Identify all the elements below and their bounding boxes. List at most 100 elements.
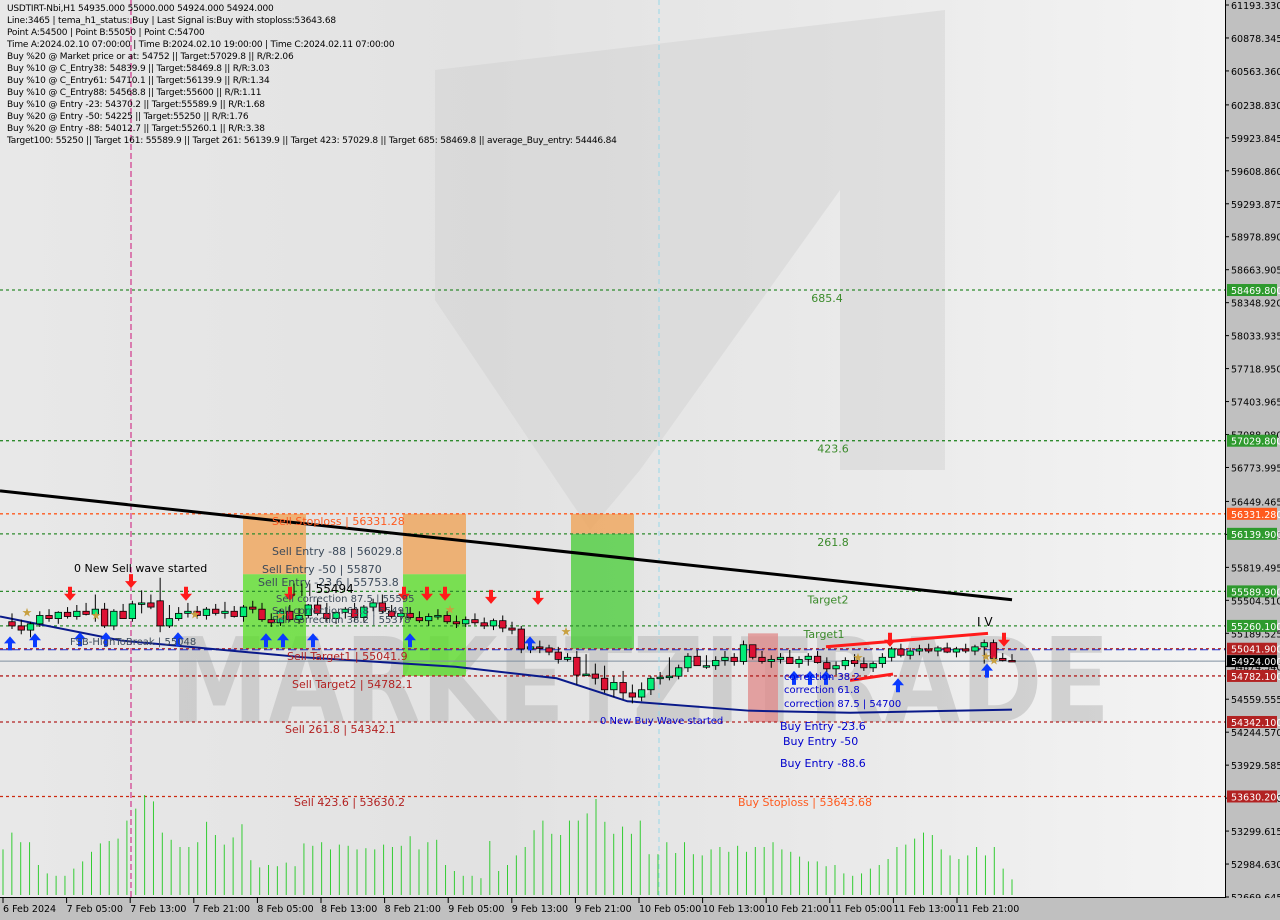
candle-body — [637, 689, 646, 698]
time-tick-label: 10 Feb 21:00 — [766, 904, 828, 915]
candle-body — [434, 615, 442, 618]
price-tick-label: 58033.935 — [1231, 332, 1280, 343]
chart-annotation: correction 61.8 — [784, 685, 860, 696]
time-tick-label: 8 Feb 21:00 — [385, 904, 441, 915]
candle-body — [82, 610, 90, 615]
info-line: Point A:54500 | Point B:55050 | Point C:… — [7, 28, 205, 38]
candle-body — [915, 648, 924, 652]
candle-body — [971, 646, 979, 652]
candle-body — [36, 615, 44, 625]
price-tick-label: 58348.920 — [1231, 299, 1280, 310]
price-tag — [1227, 527, 1277, 540]
candle-body — [786, 656, 794, 664]
candle-body — [249, 606, 257, 610]
time-tick-label: 6 Feb 2024 — [3, 904, 56, 915]
candle-body — [221, 610, 229, 614]
candle-body — [582, 673, 590, 676]
info-line: Target100: 55250 || Target 161: 55589.9 … — [7, 136, 617, 146]
price-tick-label: 52669.645 — [1231, 893, 1280, 904]
info-line: Time A:2024.02.10 07:00:00 | Time B:2024… — [7, 40, 395, 50]
candle-body — [721, 656, 729, 661]
candle-body — [17, 625, 25, 631]
price-tick-label: 60238.830 — [1231, 101, 1280, 112]
level-label: Target1 — [802, 628, 844, 641]
price-tag-label: 57029.800 — [1231, 437, 1280, 448]
candle-body — [693, 655, 701, 667]
price-tick-label: 54244.570 — [1231, 728, 1280, 739]
star-icon: ★ — [22, 606, 33, 620]
price-tick-label: 60878.345 — [1231, 34, 1280, 45]
time-tick-label: 11 Feb 13:00 — [893, 904, 955, 915]
candle-body — [100, 608, 109, 627]
chart-annotation: Sell Stoploss | 56331.28 — [272, 515, 405, 528]
signal-zone — [403, 513, 466, 575]
info-line: Buy %10 @ C_Entry61: 54710.1 || Target:5… — [7, 76, 270, 86]
candle-body — [869, 663, 877, 669]
plot-area[interactable]: MARKETZITRADE 685.4 423.6 261.8 Target2 Targe… — [0, 0, 1226, 898]
info-line: Buy %10 @ C_Entry88: 54568.8 || Target:5… — [7, 88, 262, 98]
candle-body — [73, 610, 81, 617]
price-tag — [1227, 284, 1277, 297]
price-tag-label: 58469.800 — [1231, 286, 1280, 297]
price-tag — [1227, 507, 1277, 520]
time-tick-label: 7 Feb 21:00 — [194, 904, 250, 915]
price-tag — [1227, 790, 1277, 803]
time-tick-label: 7 Feb 05:00 — [67, 904, 123, 915]
candle-body — [999, 657, 1007, 661]
candle-body — [425, 616, 433, 622]
price-tag-label: 55589.900 — [1231, 587, 1280, 598]
candle-body — [813, 655, 822, 663]
candle-body — [563, 656, 572, 660]
price-tag-label: 56331.280 — [1231, 510, 1280, 521]
price-tick-label: 61193.330 — [1231, 1, 1280, 12]
candle-body — [508, 627, 516, 631]
time-tick-label: 9 Feb 13:00 — [512, 904, 568, 915]
candle-body — [452, 621, 461, 625]
info-line: Buy %20 @ Entry -50: 54225 || Target:552… — [7, 112, 249, 122]
price-tag — [1227, 715, 1277, 728]
chart-annotation: 0 New Sell wave started — [74, 562, 207, 575]
candle-body — [119, 610, 127, 619]
chart-annotation: Sell Target2 | 54782.1 — [292, 678, 413, 691]
candle-body — [147, 602, 155, 608]
chart-annotation: Buy Stoploss | 53643.68 — [738, 796, 872, 809]
chart-annotation: Sell correction 87.5 | 55595 — [276, 594, 414, 605]
price-tick-label: 57718.950 — [1231, 365, 1280, 376]
info-line: Line:3465 | tema_h1_status: Buy | Last S… — [7, 16, 336, 26]
candle-body — [647, 677, 655, 691]
candle-body — [934, 647, 942, 652]
signal-zone — [571, 513, 634, 534]
chart-annotation: Sell Entry -50 | 55870 — [262, 563, 382, 576]
level-label: Target2 — [806, 593, 848, 606]
candle-body — [63, 611, 72, 617]
chart-annotation: correction 87.5 | 54700 — [784, 699, 901, 710]
level-label: 261.8 — [817, 536, 849, 549]
price-tick-label: 59293.875 — [1231, 200, 1280, 211]
price-tick-label: 58978.890 — [1231, 233, 1280, 244]
star-icon: ★ — [989, 654, 1000, 668]
sell-arrow-icon — [125, 574, 137, 589]
candle-body — [462, 619, 470, 625]
candle-body — [415, 617, 424, 622]
price-tag-label: 54924.000 — [1231, 657, 1280, 668]
candle-body — [471, 619, 479, 624]
candle-body — [517, 628, 525, 650]
candle-body — [665, 675, 674, 679]
price-tick-label: 58663.905 — [1231, 266, 1280, 277]
candle-body — [554, 651, 562, 660]
time-tick-label: 7 Feb 13:00 — [130, 904, 186, 915]
candle-body — [128, 603, 137, 619]
info-line: Buy %20 @ Entry -88: 54012.7 || Target:5… — [7, 124, 265, 134]
level-label: 685.4 — [811, 292, 843, 305]
candle-body — [952, 648, 961, 653]
candle-body — [776, 656, 785, 660]
candle-body — [841, 660, 849, 667]
candle-body — [26, 623, 35, 631]
star-icon: ★ — [190, 608, 201, 622]
price-tick-label: 56134.480 — [1231, 530, 1280, 541]
chart-annotation: Sell 261.8 | 54342.1 — [285, 723, 396, 736]
chart-annotation: Buy Entry -50 — [783, 735, 858, 748]
candle-body — [619, 682, 627, 694]
candle-body — [758, 656, 766, 662]
price-tick-label: 56449.465 — [1231, 497, 1280, 508]
